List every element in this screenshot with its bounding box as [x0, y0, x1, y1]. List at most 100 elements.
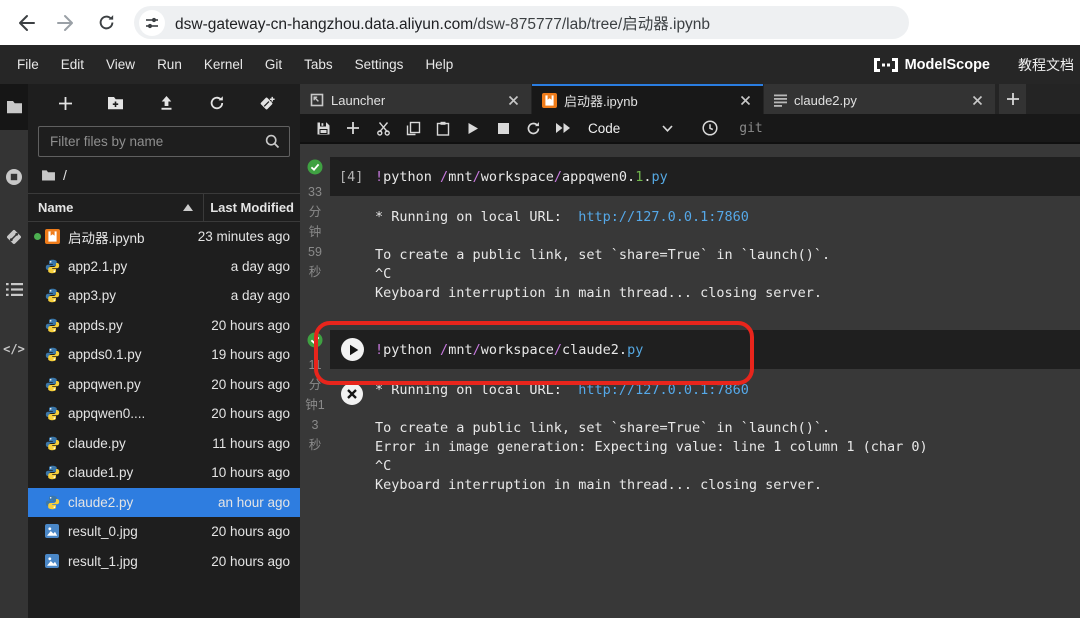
code-token: / — [440, 168, 449, 185]
file-name: 启动器.ipynb — [68, 230, 145, 246]
code-line: !python /mnt/workspace/claude2.py — [375, 342, 643, 358]
menu-item-run[interactable]: Run — [146, 57, 193, 72]
tab-claude2.py[interactable]: claude2.py — [764, 84, 995, 114]
output-text: Keyboard interruption in main thread... … — [375, 477, 823, 493]
save-button[interactable] — [308, 114, 338, 142]
cell-input[interactable]: !python /mnt/workspace/claude2.py — [330, 330, 1080, 369]
new-folder-button[interactable] — [105, 92, 127, 114]
code-token: python — [383, 341, 441, 358]
file-name: appqwen.py — [68, 376, 141, 392]
menu-item-settings[interactable]: Settings — [344, 57, 415, 72]
execution-history-button[interactable] — [695, 114, 725, 142]
file-row[interactable]: appds0.1.py 19 hours ago — [28, 340, 300, 370]
execution-time-segment: 33 — [308, 185, 322, 199]
file-row[interactable]: claude2.py an hour ago — [28, 487, 300, 517]
cell-input[interactable]: [4] !python /mnt/workspace/appqwen0.1.py — [330, 157, 1080, 196]
execution-time-segment: 秒 — [308, 265, 322, 279]
copy-button[interactable] — [398, 114, 428, 142]
close-tab-button[interactable] — [737, 92, 753, 108]
tab-启动器.ipynb[interactable]: 启动器.ipynb — [532, 84, 763, 114]
activity-item-code-editor[interactable]: </> — [0, 326, 28, 372]
file-row[interactable]: app3.py a day ago — [28, 281, 300, 311]
upload-button[interactable] — [155, 92, 177, 114]
paste-button[interactable] — [428, 114, 458, 142]
notebook-area[interactable]: 33 分钟 59 秒 [4] !python /mnt/workspace/appqwen… — [300, 144, 1080, 618]
activity-item-table-of-contents[interactable] — [0, 266, 28, 312]
restart-run-all-button[interactable] — [548, 114, 578, 142]
file-row[interactable]: appqwen0.... 20 hours ago — [28, 399, 300, 429]
add-cell-icon — [346, 121, 360, 135]
menu-item-help[interactable]: Help — [414, 57, 464, 72]
output-text: ^C — [375, 458, 392, 474]
code-token: . — [627, 168, 636, 185]
breadcrumb-root[interactable]: / — [63, 167, 67, 183]
file-name: result_0.jpg — [68, 524, 138, 540]
file-row[interactable]: result_0.jpg 20 hours ago — [28, 517, 300, 547]
interrupt-kernel-button[interactable] — [341, 383, 363, 405]
file-modified: 20 hours ago — [211, 406, 290, 422]
menu-item-file[interactable]: File — [6, 57, 50, 72]
file-row[interactable]: 启动器.ipynb 23 minutes ago — [28, 222, 300, 252]
run-cell-button[interactable] — [341, 338, 364, 361]
file-row[interactable]: app2.1.py a day ago — [28, 252, 300, 282]
modelscope-brand[interactable]: ModelScope — [873, 56, 990, 73]
browser-forward-button[interactable] — [54, 11, 78, 35]
activity-item-running-sessions[interactable] — [0, 154, 28, 200]
menu-item-kernel[interactable]: Kernel — [193, 57, 254, 72]
code-token: / — [553, 168, 563, 185]
menu-item-git[interactable]: Git — [254, 57, 293, 72]
modelscope-brand-label: ModelScope — [904, 56, 990, 73]
column-header-modified[interactable]: Last Modified — [204, 194, 300, 221]
filter-files-input[interactable] — [48, 133, 265, 150]
file-row[interactable]: result_1.jpg 20 hours ago — [28, 547, 300, 577]
git-status-label[interactable]: git — [739, 121, 762, 136]
menu-item-view[interactable]: View — [95, 57, 146, 72]
column-header-name[interactable]: Name — [28, 194, 205, 221]
new-launcher-button[interactable] — [54, 92, 76, 114]
activity-item-file-browser[interactable] — [0, 84, 28, 130]
activity-item-git[interactable] — [0, 214, 28, 260]
breadcrumb: / — [28, 157, 300, 193]
file-name: result_1.jpg — [68, 553, 138, 569]
browser-toolbar: dsw-gateway-cn-hangzhou.data.aliyun.com/… — [0, 0, 1080, 45]
execution-time-segment: 秒 — [308, 438, 322, 452]
python-file-icon — [45, 495, 60, 510]
image-file-icon — [45, 524, 60, 539]
file-row[interactable]: claude.py 11 hours ago — [28, 429, 300, 459]
refresh-button[interactable] — [206, 92, 228, 114]
git-clone-button[interactable] — [256, 92, 278, 114]
save-icon — [316, 121, 331, 136]
close-tab-button[interactable] — [969, 92, 985, 108]
cut-button[interactable] — [368, 114, 398, 142]
tab-Launcher[interactable]: Launcher — [300, 84, 531, 114]
tab-bar: Launcher 启动器.ipynb claude2.py — [300, 84, 1080, 114]
file-row[interactable]: appqwen.py 20 hours ago — [28, 370, 300, 400]
file-row[interactable]: claude1.py 10 hours ago — [28, 458, 300, 488]
menu-item-tabs[interactable]: Tabs — [293, 57, 344, 72]
browser-back-button[interactable] — [14, 11, 38, 35]
cell-main: [4] !python /mnt/workspace/appqwen0.1.py *… — [330, 157, 1080, 303]
site-settings-icon[interactable] — [139, 9, 165, 36]
menu-item-edit[interactable]: Edit — [50, 57, 95, 72]
stop-button[interactable] — [488, 114, 518, 142]
url-bar[interactable]: dsw-gateway-cn-hangzhou.data.aliyun.com/… — [134, 6, 909, 39]
code-token: . — [618, 341, 628, 358]
activity-bar: </> — [0, 84, 28, 618]
run-icon — [467, 122, 479, 135]
home-folder-icon[interactable] — [41, 169, 56, 181]
close-tab-button[interactable] — [505, 92, 521, 108]
python-file-icon — [45, 347, 60, 362]
play-icon — [349, 344, 359, 356]
run-button[interactable] — [458, 114, 488, 142]
add-cell-button[interactable] — [338, 114, 368, 142]
output-line: ^C — [375, 265, 1080, 284]
cell-type-select[interactable]: Code — [588, 121, 673, 136]
docs-link[interactable]: 教程文档 — [1018, 55, 1074, 75]
restart-button[interactable] — [518, 114, 548, 142]
file-row[interactable]: appds.py 20 hours ago — [28, 311, 300, 341]
browser-reload-button[interactable] — [94, 11, 118, 35]
file-name: claude.py — [68, 435, 126, 451]
new-tab-button[interactable] — [999, 84, 1026, 114]
